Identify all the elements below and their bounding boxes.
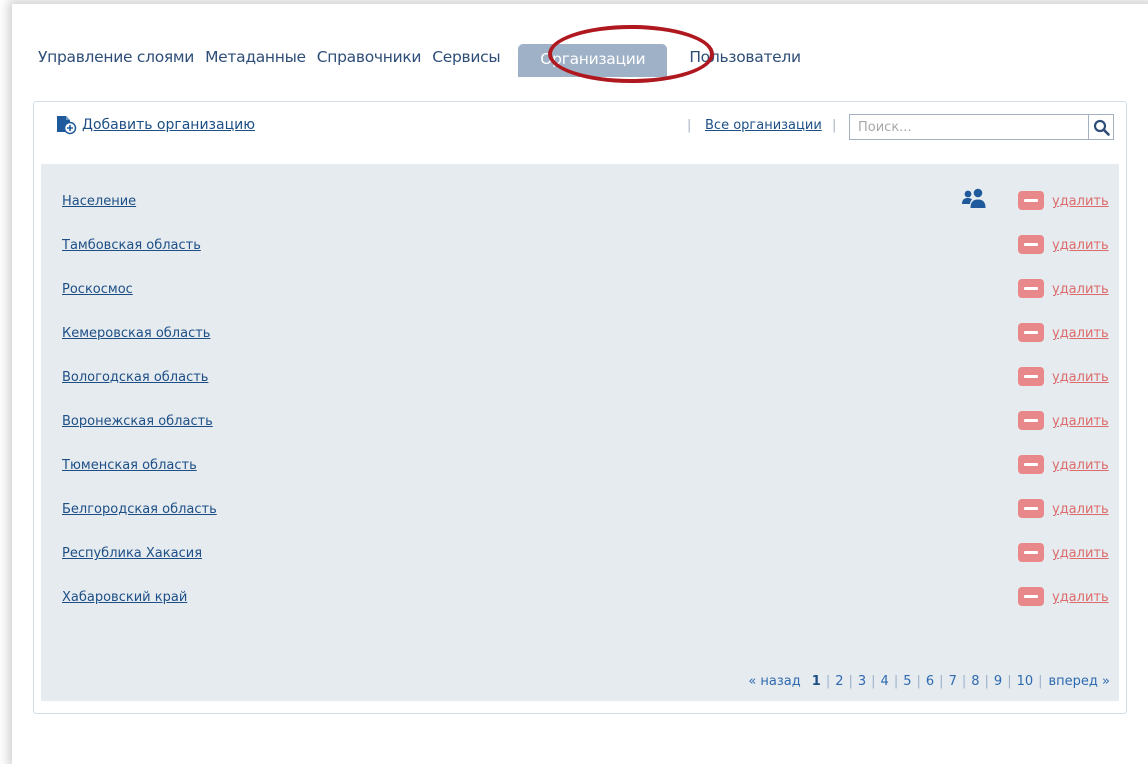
delete-link[interactable]: удалить [1052, 458, 1109, 473]
list-item: Кемеровская область удалить [41, 322, 1119, 346]
organization-link[interactable]: Тамбовская область [62, 238, 201, 253]
all-organizations-link[interactable]: Все организации [705, 118, 822, 133]
list-item: Тюменская область удалить [41, 454, 1119, 478]
pager-page-6[interactable]: 6 [921, 674, 939, 689]
organization-link[interactable]: Республика Хакасия [62, 546, 202, 561]
delete-link[interactable]: удалить [1052, 370, 1109, 385]
nav-item-metadata[interactable]: Метаданные [205, 48, 306, 66]
search-icon [1093, 119, 1110, 136]
pager-page-9[interactable]: 9 [989, 674, 1007, 689]
delete-link[interactable]: удалить [1052, 194, 1109, 209]
nav-item-organizations[interactable]: Организации [518, 43, 668, 77]
search-box [849, 114, 1114, 140]
pager-page-3[interactable]: 3 [853, 674, 871, 689]
list-item: Роскосмос удалить [41, 278, 1119, 302]
delete-link[interactable]: удалить [1052, 414, 1109, 429]
delete-icon[interactable] [1018, 191, 1044, 210]
pager-page-8[interactable]: 8 [966, 674, 984, 689]
organization-link[interactable]: Роскосмос [62, 282, 133, 297]
list-item: Республика Хакасия удалить [41, 542, 1119, 566]
organization-link[interactable]: Население [62, 194, 136, 209]
list-item: Хабаровский край удалить [41, 586, 1119, 610]
pager-next-link[interactable]: вперед » [1049, 674, 1110, 689]
organization-link[interactable]: Хабаровский край [62, 590, 187, 605]
list-item: Вологодская область удалить [41, 366, 1119, 390]
pager-page-2[interactable]: 2 [830, 674, 848, 689]
pager-page-5[interactable]: 5 [898, 674, 916, 689]
add-organization-link[interactable]: Добавить организацию [55, 115, 255, 135]
delete-icon[interactable] [1018, 235, 1044, 254]
users-icon[interactable] [959, 187, 989, 211]
delete-icon[interactable] [1018, 323, 1044, 342]
main-nav: Управление слоями Метаданные Справочники… [38, 40, 812, 77]
separator: | [687, 118, 692, 133]
nav-item-services[interactable]: Сервисы [432, 48, 500, 66]
pager-page-7[interactable]: 7 [944, 674, 962, 689]
delete-link[interactable]: удалить [1052, 282, 1109, 297]
organization-link[interactable]: Тюменская область [62, 458, 197, 473]
list-item: Население удалить [41, 187, 1119, 214]
delete-icon[interactable] [1018, 411, 1044, 430]
delete-icon[interactable] [1018, 587, 1044, 606]
toolbar: Добавить организацию | Все организации | [34, 102, 1126, 164]
delete-link[interactable]: удалить [1052, 238, 1109, 253]
delete-icon[interactable] [1018, 543, 1044, 562]
nav-item-dictionaries[interactable]: Справочники [317, 48, 422, 66]
nav-item-users[interactable]: Пользователи [689, 48, 801, 66]
delete-link[interactable]: удалить [1052, 326, 1109, 341]
pager-divider: | [1038, 674, 1043, 689]
organization-link[interactable]: Воронежская область [62, 414, 213, 429]
organization-list: Население удалить Тамбовская область уда… [41, 164, 1119, 701]
list-item: Белгородская область удалить [41, 498, 1119, 522]
nav-item-layers[interactable]: Управление слоями [38, 48, 194, 66]
pager-page-1[interactable]: 1 [807, 674, 826, 689]
pager-page-10[interactable]: 10 [1012, 674, 1039, 689]
delete-link[interactable]: удалить [1052, 502, 1109, 517]
organization-link[interactable]: Кемеровская область [62, 326, 210, 341]
delete-link[interactable]: удалить [1052, 590, 1109, 605]
delete-icon[interactable] [1018, 279, 1044, 298]
organizations-panel: Добавить организацию | Все организации |… [33, 101, 1127, 714]
pager-page-4[interactable]: 4 [876, 674, 894, 689]
pagination: « назад 1 | 2 | 3 | 4 | 5 | 6 | 7 | 8 | … [748, 674, 1110, 689]
organization-link[interactable]: Вологодская область [62, 370, 208, 385]
delete-link[interactable]: удалить [1052, 546, 1109, 561]
pager-prev-link[interactable]: « назад [748, 674, 800, 689]
list-item: Тамбовская область удалить [41, 234, 1119, 258]
delete-icon[interactable] [1018, 499, 1044, 518]
delete-icon[interactable] [1018, 367, 1044, 386]
add-organization-icon [57, 116, 77, 135]
list-item: Воронежская область удалить [41, 410, 1119, 434]
separator: | [832, 118, 837, 133]
search-input[interactable] [850, 115, 1088, 139]
add-organization-label: Добавить организацию [82, 117, 255, 133]
search-button[interactable] [1088, 115, 1113, 139]
delete-icon[interactable] [1018, 455, 1044, 474]
organization-link[interactable]: Белгородская область [62, 502, 217, 517]
